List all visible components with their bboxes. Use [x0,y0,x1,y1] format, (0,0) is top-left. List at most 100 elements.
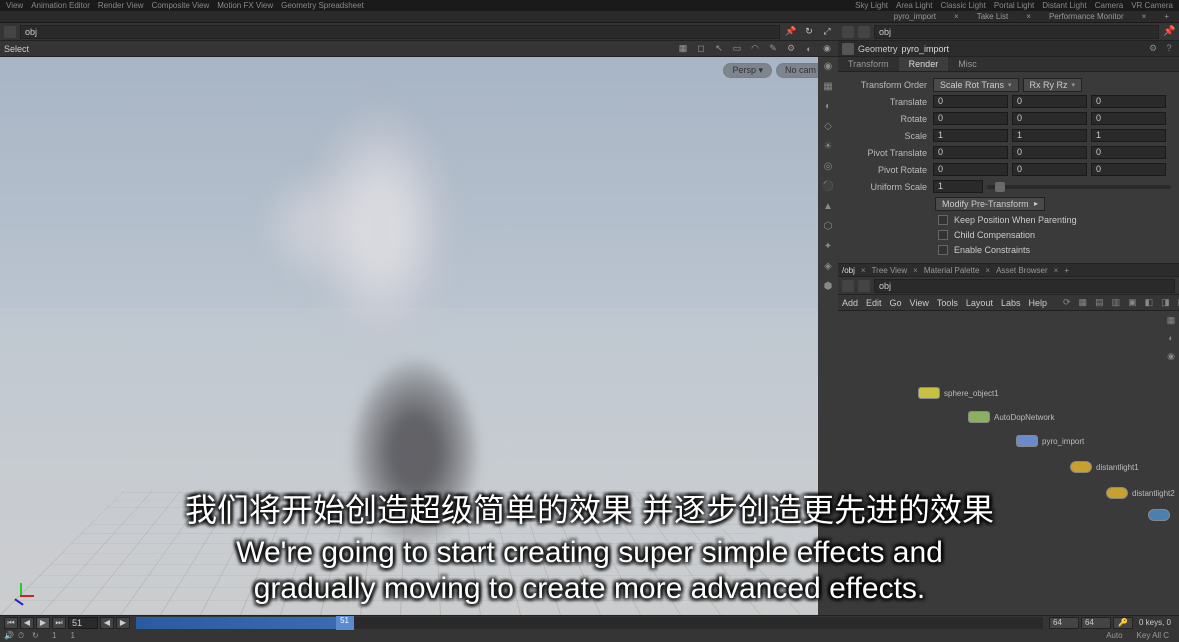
range-end-field2[interactable]: 64 [1081,617,1111,629]
rail-icon[interactable]: ⬡ [821,221,835,235]
close-icon[interactable]: × [1138,12,1151,21]
shelf-item[interactable]: View [6,1,23,10]
update-mode[interactable]: Auto [1100,631,1128,640]
net-rail-icon[interactable]: ▦ [1165,315,1177,327]
tab-transform[interactable]: Transform [838,57,899,71]
net-tool-icon[interactable]: ▥ [1112,297,1121,309]
rail-icon[interactable]: ⚫ [821,181,835,195]
timeline-playhead[interactable]: 51 [336,616,354,630]
menu-tools[interactable]: Tools [937,298,958,308]
rail-icon[interactable]: ▲ [821,201,835,215]
rail-icon[interactable]: ✦ [821,241,835,255]
rail-icon[interactable]: ⬢ [821,281,835,295]
tool-icon[interactable]: ⚙ [784,42,798,56]
menu-layout[interactable]: Layout [966,298,993,308]
net-tool-icon[interactable]: ▣ [1128,297,1137,309]
view-persp-dropdown[interactable]: Persp ▾ [723,63,772,78]
rail-icon[interactable]: ☀ [821,141,835,155]
uniform-scale-slider[interactable] [987,185,1171,189]
pivot-rx[interactable]: 0 [933,163,1008,176]
scene-viewport[interactable]: Persp ▾ No cam ▾ ◉ ▦ ◐ ◇ ☀ ◎ ⚫ ▲ ⬡ ✦ ◈ ⬢ [0,57,838,615]
rotate-z[interactable]: 0 [1091,112,1166,125]
tab-render[interactable]: Render [899,57,949,71]
close-icon[interactable]: × [861,266,866,275]
net-tool-icon[interactable]: ◨ [1161,297,1170,309]
tab-asset-browser[interactable]: Asset Browser [996,266,1048,275]
play-first-button[interactable]: ⏮ [4,617,18,629]
rail-icon[interactable]: ◇ [821,121,835,135]
key-all-button[interactable]: Key All C [1131,631,1175,640]
shelf-item[interactable]: Render View [98,1,144,10]
net-tool-icon[interactable]: ▤ [1095,297,1104,309]
checkbox-keep-position[interactable] [938,215,948,225]
snap-icon[interactable]: ▦ [676,42,690,56]
scale-x[interactable]: 1 [933,129,1008,142]
modify-pretransform-dropdown[interactable]: Modify Pre-Transform [935,197,1045,211]
rail-icon[interactable]: ◈ [821,261,835,275]
menu-go[interactable]: Go [890,298,902,308]
close-icon[interactable]: × [1022,12,1035,21]
net-rail-icon[interactable]: ◉ [1165,351,1177,363]
uniform-scale-field[interactable]: 1 [933,180,983,193]
current-frame-field[interactable]: 51 [68,617,98,629]
network-view[interactable]: ▦ ◐ ◉ sphere_object1 AutoDopNetwork pyro… [838,311,1179,615]
home-icon[interactable] [4,26,16,38]
transform-order-dropdown[interactable]: Scale Rot Trans [933,78,1019,92]
key-icon[interactable]: 🔑 [1113,617,1133,629]
translate-z[interactable]: 0 [1091,95,1166,108]
timeline-track[interactable]: 51 [136,617,1043,629]
shelf-item[interactable]: Motion FX View [217,1,273,10]
menu-edit[interactable]: Edit [866,298,882,308]
net-tool-icon[interactable]: ◧ [1145,297,1154,309]
rotate-x[interactable]: 0 [933,112,1008,125]
translate-x[interactable]: 0 [933,95,1008,108]
node-distantlight1[interactable]: distantlight1 [1070,461,1139,473]
nav-back-icon[interactable] [842,26,854,38]
help-icon[interactable]: ? [1163,43,1175,55]
menu-add[interactable]: Add [842,298,858,308]
step-back-button[interactable]: ◀ [100,617,114,629]
marquee-icon[interactable]: ▭ [730,42,744,56]
rail-icon[interactable]: ▦ [821,81,835,95]
range-end-field[interactable]: 64 [1049,617,1079,629]
nav-back-icon[interactable] [842,280,854,292]
audio-icon[interactable]: 🔊 [4,631,16,641]
realtime-icon[interactable]: ⏱ [18,631,30,641]
pane-tab[interactable]: Take List [973,12,1013,21]
shelf-item[interactable]: Distant Light [1042,1,1086,10]
node-pyro-import[interactable]: pyro_import [1016,435,1084,447]
tab-tree-view[interactable]: Tree View [872,266,908,275]
rail-icon[interactable]: ◉ [821,61,835,75]
menu-labs[interactable]: Labs [1001,298,1021,308]
network-path-field[interactable]: obj [874,279,1175,293]
lasso-icon[interactable]: ◠ [748,42,762,56]
gear-icon[interactable]: ⚙ [1147,43,1159,55]
pivot-rz[interactable]: 0 [1091,163,1166,176]
square-icon[interactable]: ◻ [694,42,708,56]
tab-misc[interactable]: Misc [948,57,987,71]
scale-y[interactable]: 1 [1012,129,1087,142]
translate-y[interactable]: 0 [1012,95,1087,108]
shelf-item[interactable]: Portal Light [994,1,1034,10]
range-start[interactable]: 1 [46,631,62,640]
node-name[interactable]: pyro_import [902,44,950,54]
rail-icon[interactable]: ◎ [821,161,835,175]
shelf-item[interactable]: Animation Editor [31,1,90,10]
play-prev-button[interactable]: ◀ [20,617,34,629]
net-rail-icon[interactable]: ◐ [1165,333,1177,345]
param-path-field[interactable]: obj [874,25,1159,39]
pin-icon[interactable]: 📌 [784,25,798,39]
checkbox-child-comp[interactable] [938,230,948,240]
range-start2[interactable]: 1 [64,631,80,640]
net-tool-icon[interactable]: ⟳ [1063,297,1071,309]
close-icon[interactable]: × [1054,266,1059,275]
shelf-item[interactable]: Sky Light [855,1,888,10]
pivot-tx[interactable]: 0 [933,146,1008,159]
shelf-item[interactable]: Classic Light [940,1,985,10]
pivot-ry[interactable]: 0 [1012,163,1087,176]
network-path-crumb[interactable]: /obj [842,266,855,275]
menu-view[interactable]: View [910,298,929,308]
rotate-y[interactable]: 0 [1012,112,1087,125]
shelf-item[interactable]: Camera [1095,1,1123,10]
tool-icon[interactable]: ◐ [802,42,816,56]
